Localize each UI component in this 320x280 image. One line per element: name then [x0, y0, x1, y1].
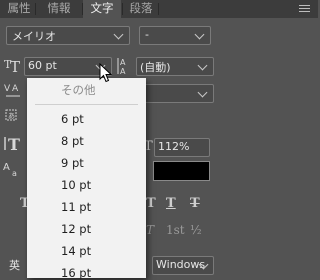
vertical-scale-value: 112%: [158, 140, 190, 153]
vertical-scale-field[interactable]: 112%: [154, 138, 210, 157]
chevron-down-icon: [197, 87, 208, 98]
svg-text:T: T: [8, 135, 20, 154]
antialias-select[interactable]: Windows: [152, 256, 214, 275]
language-value: 英: [9, 259, 20, 272]
chevron-down-icon: [113, 29, 124, 40]
svg-text:A: A: [120, 67, 126, 76]
svg-text:A: A: [12, 84, 19, 94]
leading-select[interactable]: (自動): [136, 57, 214, 76]
underline-icon[interactable]: T: [166, 196, 176, 211]
panel-tab-bar: 属性 情報 文字 段落: [0, 0, 318, 18]
svg-text:A: A: [3, 162, 10, 173]
all-caps-icon[interactable]: T: [146, 196, 156, 211]
svg-text:あ: あ: [8, 112, 15, 120]
fraction-icon[interactable]: ½: [190, 223, 202, 237]
menu-item[interactable]: 6 pt: [61, 112, 84, 126]
tsume-icon: あ: [5, 109, 17, 121]
menu-header-other: その他: [61, 83, 96, 97]
mouse-cursor-icon: [99, 63, 113, 83]
tab-info[interactable]: 情報: [44, 0, 74, 18]
font-family-value: メイリオ: [12, 30, 56, 43]
menu-item[interactable]: 10 pt: [61, 178, 91, 192]
italic-icon[interactable]: T: [146, 223, 154, 237]
svg-text:A: A: [120, 58, 126, 67]
tracking-select[interactable]: [136, 84, 214, 103]
svg-text:V: V: [4, 84, 11, 94]
baseline-shift-icon: A a: [3, 162, 17, 178]
tab-properties[interactable]: 属性: [4, 0, 34, 18]
font-size-value: 60 pt: [28, 59, 57, 72]
superscript-ordinal-icon[interactable]: 1st: [166, 223, 185, 237]
leading-value: (自動): [140, 61, 171, 74]
strikethrough-icon[interactable]: T: [190, 196, 200, 211]
font-style-select[interactable]: -: [139, 26, 211, 45]
menu-item[interactable]: 14 pt: [61, 244, 91, 258]
font-size-icon: T T: [4, 58, 20, 74]
leading-icon: A A: [117, 58, 126, 76]
tab-paragraph[interactable]: 段落: [126, 0, 156, 18]
tab-character[interactable]: 文字: [83, 0, 121, 18]
tab-separator: [35, 3, 36, 15]
kerning-icon: V A: [4, 84, 20, 97]
vertical-scale-icon: T: [4, 135, 20, 154]
tab-separator: [158, 3, 159, 15]
menu-item[interactable]: 9 pt: [61, 156, 84, 170]
panel-menu-icon[interactable]: [299, 5, 310, 13]
font-family-select[interactable]: メイリオ: [6, 26, 130, 45]
font-size-dropdown-menu: その他 6 pt 8 pt 9 pt 10 pt 11 pt 12 pt 14 …: [27, 78, 146, 280]
tab-separator: [122, 3, 123, 15]
font-style-value: -: [145, 28, 149, 41]
menu-item[interactable]: 8 pt: [61, 134, 84, 148]
svg-text:a: a: [12, 169, 17, 178]
text-color-swatch[interactable]: [153, 161, 210, 181]
menu-item[interactable]: 11 pt: [61, 200, 91, 214]
menu-item[interactable]: 12 pt: [61, 222, 91, 236]
menu-separator: [35, 104, 138, 105]
chevron-down-icon: [194, 29, 205, 40]
chevron-down-icon: [197, 60, 208, 71]
menu-item[interactable]: 16 pt: [61, 266, 91, 280]
svg-text:T: T: [10, 58, 20, 74]
